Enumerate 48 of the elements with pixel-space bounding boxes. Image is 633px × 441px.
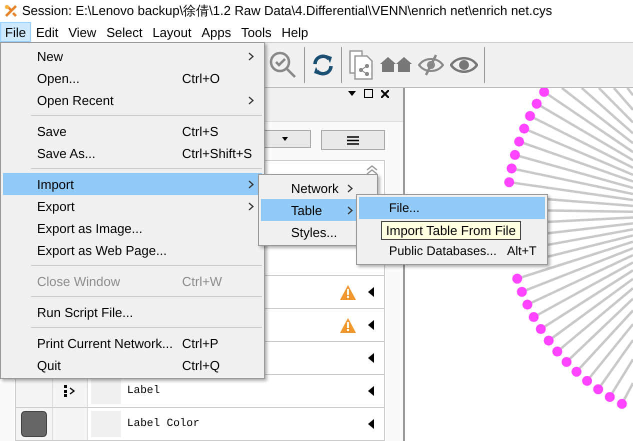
mapping-icon[interactable]: [64, 385, 76, 397]
menu-item[interactable]: File...: [359, 197, 545, 219]
menu-bar-item[interactable]: Apps: [196, 22, 236, 42]
color-swatch[interactable]: [21, 411, 47, 437]
menu-bar-item[interactable]: File: [0, 22, 31, 42]
collapse-arrow-icon[interactable]: [368, 386, 374, 396]
menu-item[interactable]: Export as Web Page...: [3, 239, 262, 261]
menu-item[interactable]: Import: [3, 173, 262, 195]
menu-item[interactable]: New: [3, 45, 262, 67]
menu-bar-item[interactable]: Tools: [236, 22, 276, 42]
refresh-icon[interactable]: [311, 53, 335, 77]
tooltip: Import Table From File: [381, 221, 521, 240]
menu-item[interactable]: Export: [3, 195, 262, 217]
menu-item[interactable]: Save Ctrl+S: [3, 120, 262, 142]
menu-item[interactable]: Save As... Ctrl+Shift+S: [3, 142, 262, 164]
menu-item[interactable]: Public Databases... Alt+T: [359, 240, 545, 262]
houses-icon[interactable]: [380, 55, 412, 75]
eye-icon[interactable]: [450, 55, 478, 75]
double-chevron-up-icon[interactable]: [366, 165, 378, 175]
eye-slash-icon[interactable]: [418, 54, 444, 76]
menu-item[interactable]: Print Current Network... Ctrl+P: [3, 332, 262, 354]
menu-icon: [347, 136, 359, 144]
menu-item[interactable]: Run Script File...: [3, 301, 262, 323]
menu-item[interactable]: Network: [261, 177, 375, 199]
collapse-arrow-icon[interactable]: [368, 287, 374, 297]
app-logo-icon: [4, 4, 18, 18]
menu-item[interactable]: Open... Ctrl+O: [3, 67, 262, 89]
document-share-icon[interactable]: [348, 49, 374, 81]
menu-bar-item[interactable]: Select: [101, 22, 148, 42]
menu-item[interactable]: Quit Ctrl+Q: [3, 354, 262, 376]
menu-bar-item[interactable]: Help: [276, 22, 314, 42]
float-window-icon[interactable]: [364, 89, 373, 98]
window-title: Session: E:\Lenovo backup\徐倩\1.2 Raw Data\4.Differential\VENN\enrich net\enrich net.cys: [22, 2, 552, 20]
property-label: Label Color: [127, 418, 200, 430]
caret-icon: [282, 137, 288, 141]
menu-bar-item[interactable]: Layout: [147, 22, 196, 42]
menu-item[interactable]: Export as Image...: [3, 217, 262, 239]
close-icon[interactable]: [381, 90, 389, 98]
collapse-arrow-icon[interactable]: [368, 419, 374, 429]
menu-item[interactable]: Open Recent: [3, 89, 262, 111]
options-button[interactable]: [321, 130, 385, 150]
collapse-arrow-icon[interactable]: [368, 320, 374, 330]
dropdown-arrow-icon[interactable]: [348, 91, 356, 96]
property-label: Label: [127, 385, 160, 397]
collapse-arrow-icon[interactable]: [368, 353, 374, 363]
menu-bar-item[interactable]: Edit: [30, 22, 64, 42]
menu-bar-item[interactable]: View: [63, 22, 102, 42]
zoom-check-icon[interactable]: [268, 50, 298, 80]
